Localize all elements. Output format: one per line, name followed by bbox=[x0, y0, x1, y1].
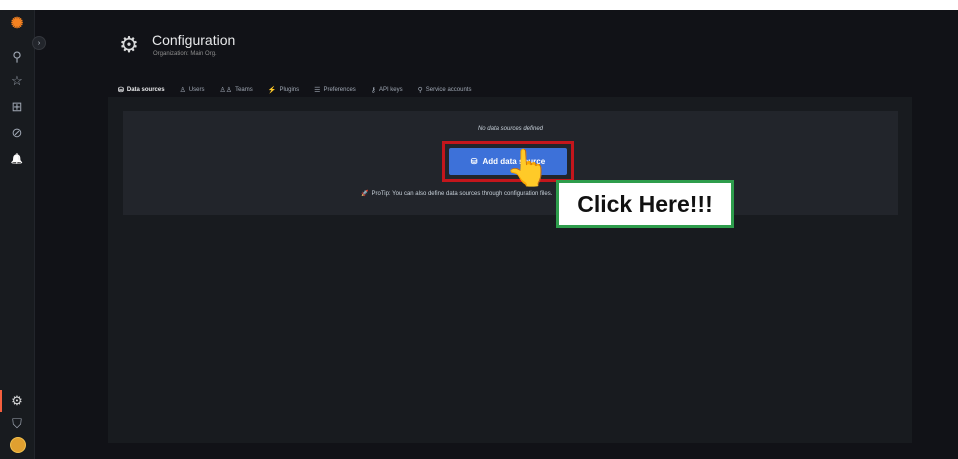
tab-label: API keys bbox=[378, 87, 403, 93]
dashboards-grid-icon[interactable]: ⊞ bbox=[6, 96, 28, 118]
user-icon: ♙ bbox=[179, 87, 186, 94]
page-subtitle: Organization: Main Org. bbox=[153, 51, 217, 57]
search-icon[interactable]: ⚲ bbox=[6, 46, 28, 68]
compass-icon[interactable]: ⊘ bbox=[6, 122, 28, 144]
chevron-right-icon[interactable]: › bbox=[32, 36, 46, 50]
hand-pointer-icon: 👆 bbox=[505, 147, 550, 188]
sidebar-nav: ✺ › ⚲ ☆ ⊞ ⊘ 🔔 ⚙ ⛉ bbox=[0, 10, 46, 459]
protip-text: ProTip: You can also define data sources… bbox=[371, 190, 553, 197]
avatar[interactable] bbox=[10, 437, 26, 453]
page-title: Configuration bbox=[152, 32, 236, 48]
gear-icon: ⚙ bbox=[119, 32, 139, 57]
bell-icon[interactable]: 🔔 bbox=[6, 148, 28, 170]
tab-label: Data sources bbox=[126, 87, 165, 93]
sliders-icon: ☰ bbox=[314, 87, 321, 94]
tab-label: Preferences bbox=[323, 87, 356, 93]
active-nav-indicator bbox=[0, 390, 2, 412]
shield-icon[interactable]: ⛉ bbox=[6, 413, 28, 435]
users-icon: ♙♙ bbox=[219, 87, 233, 94]
tab-label: Service accounts bbox=[425, 87, 472, 93]
grafana-logo-icon[interactable]: ✺ bbox=[6, 12, 28, 34]
database-icon: ⛁ bbox=[470, 157, 478, 166]
protip: 🚀 ProTip: You can also define data sourc… bbox=[361, 190, 553, 198]
empty-state-message: No data sources defined bbox=[477, 126, 544, 132]
tab-label: Users bbox=[188, 87, 205, 93]
tab-label: Plugins bbox=[279, 87, 300, 93]
rocket-icon: 🚀 bbox=[361, 191, 369, 197]
gear-icon[interactable]: ⚙ bbox=[6, 390, 28, 412]
plug-icon: ⚡ bbox=[267, 87, 277, 94]
key-icon: ⚷ bbox=[370, 87, 376, 94]
app-window: ✺ › ⚲ ☆ ⊞ ⊘ 🔔 ⚙ ⛉ ⚙ Configuration Organi… bbox=[0, 10, 958, 459]
tab-label: Teams bbox=[235, 87, 253, 93]
database-icon: ⛁ bbox=[118, 87, 124, 94]
service-account-icon: ⚲ bbox=[417, 87, 423, 94]
click-here-callout: Click Here!!! bbox=[556, 180, 734, 228]
star-icon[interactable]: ☆ bbox=[6, 70, 28, 92]
